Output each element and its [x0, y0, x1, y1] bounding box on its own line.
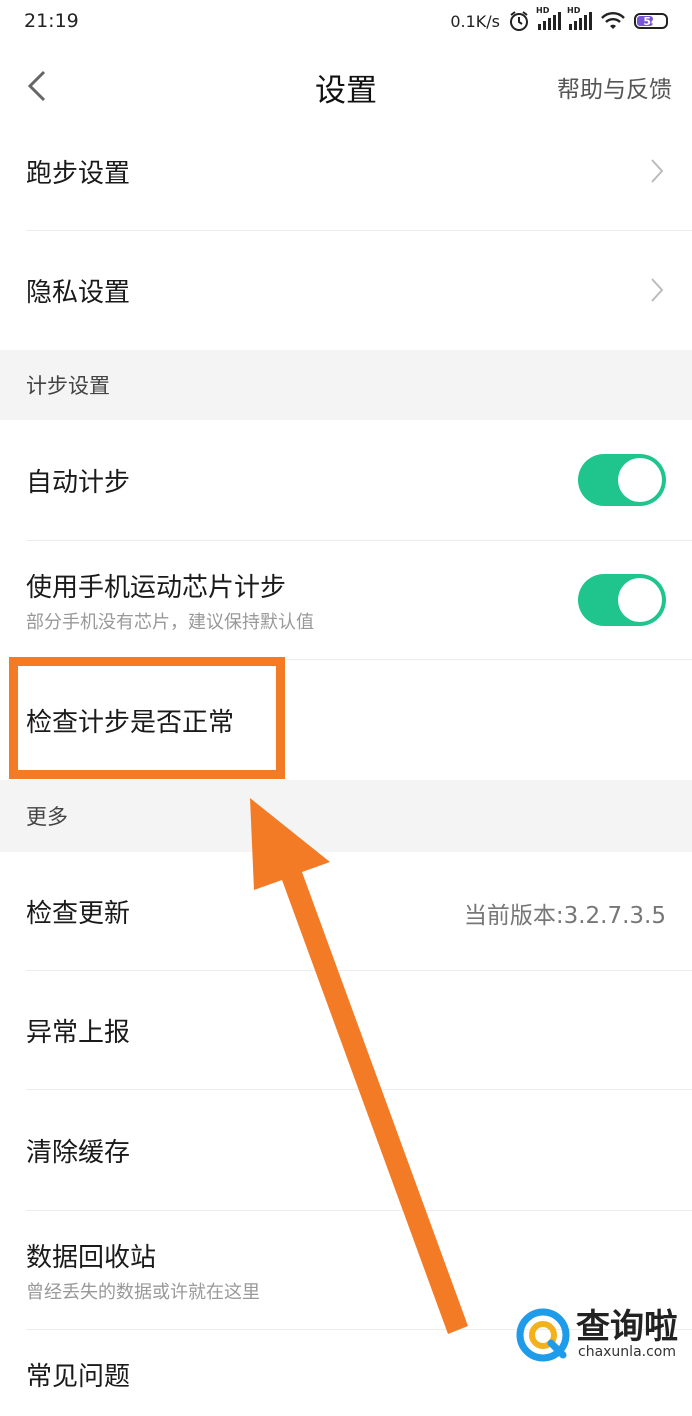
- chevron-right-icon: [651, 159, 664, 183]
- auto-step-toggle[interactable]: [578, 454, 666, 506]
- auto-step-item: 自动计步: [0, 420, 692, 540]
- network-speed: 0.1K/s: [450, 11, 500, 31]
- privacy-settings-label: 隐私设置: [26, 277, 131, 308]
- annotation-highlight-box: [9, 657, 285, 779]
- check-update-label: 检查更新: [26, 898, 131, 929]
- chip-step-label: 使用手机运动芯片计步: [26, 572, 287, 603]
- clear-cache-label: 清除缓存: [26, 1137, 131, 1168]
- faq-label: 常见问题: [26, 1362, 131, 1392]
- chip-step-hint: 部分手机没有芯片，建议保持默认值: [26, 611, 314, 633]
- chevron-right-icon: [651, 278, 664, 302]
- chip-step-toggle[interactable]: [578, 574, 666, 626]
- auto-step-label: 自动计步: [26, 467, 131, 498]
- recycle-bin-hint: 曾经丢失的数据或许就在这里: [26, 1281, 260, 1303]
- watermark-cn: 查询啦: [576, 1307, 678, 1347]
- page-title: 设置: [315, 72, 377, 109]
- signal-1-icon: HD: [536, 6, 561, 30]
- back-icon[interactable]: [24, 66, 48, 106]
- watermark-en: chaxunla.com: [578, 1344, 676, 1360]
- privacy-settings-item[interactable]: 隐私设置: [0, 231, 692, 349]
- run-settings-item[interactable]: 跑步设置: [0, 112, 692, 230]
- watermark-logo: 查询啦 chaxunla.com: [516, 1308, 678, 1362]
- version-text: 当前版本:3.2.7.3.5: [463, 903, 666, 929]
- report-label: 异常上报: [26, 1017, 131, 1048]
- chip-step-item: 使用手机运动芯片计步 部分手机没有芯片，建议保持默认值: [0, 541, 692, 659]
- status-time: 21:19: [24, 10, 79, 32]
- section-header-step: 计步设置: [0, 350, 692, 420]
- run-settings-label: 跑步设置: [26, 158, 131, 189]
- clear-cache-item[interactable]: 清除缓存: [0, 1090, 692, 1210]
- search-logo-icon: [516, 1308, 570, 1362]
- help-feedback-link[interactable]: 帮助与反馈: [557, 70, 672, 104]
- status-icons: 0.1K/s HD HD 54: [450, 6, 668, 32]
- faq-item[interactable]: 常见问题: [0, 1356, 692, 1416]
- section-header-more: 更多: [0, 780, 692, 852]
- signal-2-icon: HD: [567, 6, 592, 30]
- report-item[interactable]: 异常上报: [0, 971, 692, 1089]
- status-bar: 21:19 0.1K/s HD HD 54: [0, 0, 692, 42]
- check-update-item[interactable]: 检查更新 当前版本:3.2.7.3.5: [0, 852, 692, 970]
- recycle-bin-label: 数据回收站: [26, 1242, 157, 1273]
- wifi-icon: [601, 12, 625, 29]
- alarm-icon: [510, 11, 528, 31]
- battery-icon: 54: [634, 13, 668, 29]
